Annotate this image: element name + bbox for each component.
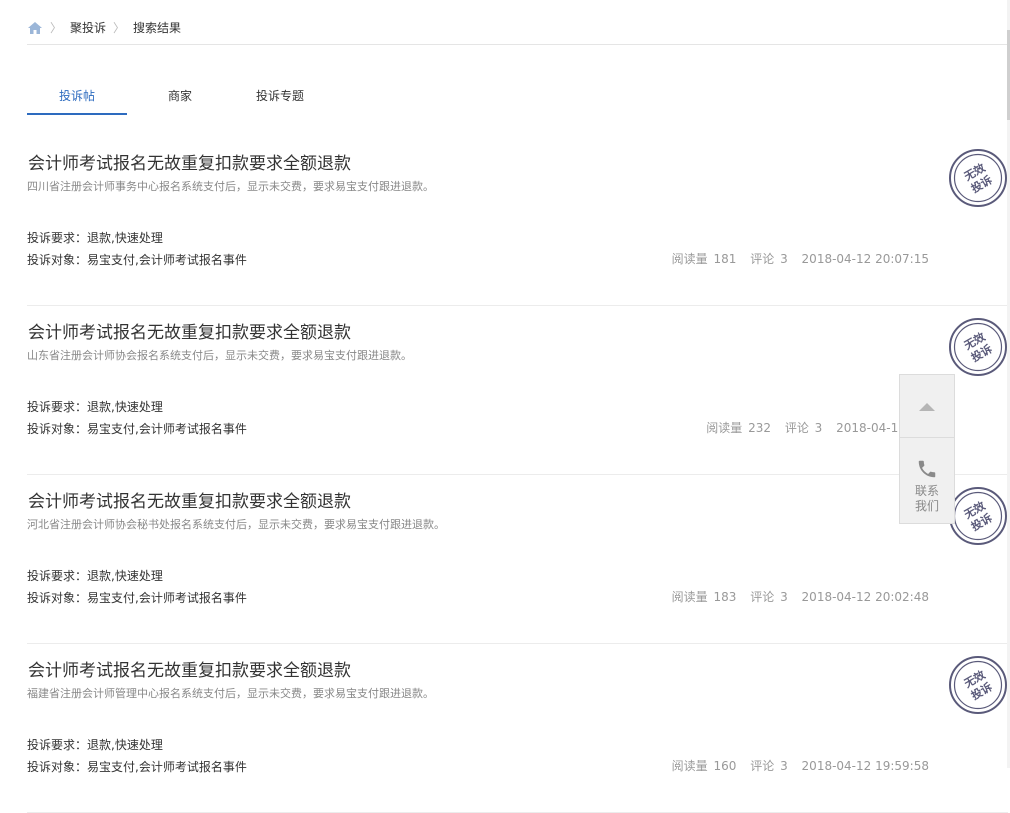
tab-merchants[interactable]: 商家 — [130, 86, 230, 113]
complaint-item: 会计师考试报名无故重复扣款要求全额退款 福建省注册会计师管理中心报名系统支付后，… — [27, 644, 1008, 813]
requirement-value: 退款,快速处理 — [87, 569, 163, 583]
breadcrumb-item-home-section[interactable]: 聚投诉 — [70, 20, 106, 36]
invalid-complaint-stamp: 无效 投诉 — [948, 317, 1008, 377]
phone-icon — [918, 460, 936, 478]
complaint-title[interactable]: 会计师考试报名无故重复扣款要求全额退款 — [28, 487, 351, 512]
complaint-item: 会计师考试报名无故重复扣款要求全额退款 四川省注册会计师事务中心报名系统支付后，… — [27, 137, 1008, 306]
breadcrumb: 〉 聚投诉 〉 搜索结果 — [27, 20, 1008, 45]
breadcrumb-separator: 〉 — [113, 21, 126, 35]
complaint-title[interactable]: 会计师考试报名无故重复扣款要求全额退款 — [28, 149, 351, 174]
complaint-description: 福建省注册会计师管理中心报名系统支付后，显示未交费，要求易宝支付跟进退款。 — [27, 687, 434, 700]
back-to-top-button[interactable] — [900, 375, 954, 438]
arrow-up-icon — [919, 403, 935, 411]
target-value: 易宝支付,会计师考试报名事件 — [87, 253, 247, 267]
floating-side-panel: 联系我们 — [899, 374, 955, 524]
contact-us-label: 联系我们 — [914, 484, 939, 513]
breadcrumb-separator: 〉 — [50, 21, 63, 35]
complaint-requirement: 投诉要求：退款,快速处理 — [27, 398, 163, 415]
complaint-title[interactable]: 会计师考试报名无故重复扣款要求全额退款 — [28, 656, 351, 681]
complaint-list: 会计师考试报名无故重复扣款要求全额退款 四川省注册会计师事务中心报名系统支付后，… — [27, 137, 1008, 813]
post-time: 2018-04-12 20:02:48 — [801, 590, 929, 604]
complaint-item: 会计师考试报名无故重复扣款要求全额退款 河北省注册会计师协会秘书处报名系统支付后… — [27, 475, 1008, 644]
read-label: 阅读量 — [671, 590, 708, 604]
requirement-label: 投诉要求： — [27, 738, 88, 752]
comment-count: 3 — [780, 590, 788, 604]
complaint-requirement: 投诉要求：退款,快速处理 — [27, 736, 163, 753]
target-label: 投诉对象： — [27, 760, 88, 774]
requirement-value: 退款,快速处理 — [87, 231, 163, 245]
read-count: 160 — [713, 759, 737, 773]
requirement-label: 投诉要求： — [27, 400, 88, 414]
tab-complaint-posts[interactable]: 投诉帖 — [27, 86, 127, 115]
target-value: 易宝支付,会计师考试报名事件 — [87, 422, 247, 436]
complaint-target: 投诉对象：易宝支付,会计师考试报名事件 — [27, 420, 247, 437]
complaint-target: 投诉对象：易宝支付,会计师考试报名事件 — [27, 251, 247, 268]
requirement-value: 退款,快速处理 — [87, 400, 163, 414]
complaint-target: 投诉对象：易宝支付,会计师考试报名事件 — [27, 589, 247, 606]
read-label: 阅读量 — [671, 252, 708, 266]
complaint-meta: 阅读量 183 评论 3 2018-04-12 20:02:48 — [672, 588, 929, 605]
complaint-title[interactable]: 会计师考试报名无故重复扣款要求全额退款 — [28, 318, 351, 343]
comment-label: 评论 — [784, 421, 809, 435]
target-label: 投诉对象： — [27, 253, 88, 267]
target-label: 投诉对象： — [27, 591, 88, 605]
target-value: 易宝支付,会计师考试报名事件 — [87, 591, 247, 605]
target-value: 易宝支付,会计师考试报名事件 — [87, 760, 247, 774]
read-label: 阅读量 — [671, 759, 708, 773]
post-time: 2018-04-12 19:59:58 — [801, 759, 929, 773]
comment-count: 3 — [780, 252, 788, 266]
invalid-complaint-stamp: 无效 投诉 — [948, 486, 1008, 546]
complaint-item: 会计师考试报名无故重复扣款要求全额退款 山东省注册会计师协会报名系统支付后，显示… — [27, 306, 1008, 475]
comment-label: 评论 — [750, 252, 775, 266]
read-count: 183 — [713, 590, 737, 604]
complaint-description: 四川省注册会计师事务中心报名系统支付后，显示未交费，要求易宝支付跟进退款。 — [27, 180, 434, 193]
complaint-meta: 阅读量 181 评论 3 2018-04-12 20:07:15 — [672, 250, 929, 267]
requirement-label: 投诉要求： — [27, 231, 88, 245]
complaint-target: 投诉对象：易宝支付,会计师考试报名事件 — [27, 758, 247, 775]
comment-count: 3 — [814, 421, 823, 435]
tab-complaint-topics[interactable]: 投诉专题 — [230, 86, 330, 113]
home-icon[interactable] — [27, 21, 43, 35]
read-count: 181 — [713, 252, 737, 266]
read-count: 232 — [748, 421, 771, 435]
complaint-meta: 阅读量 232 评论 3 2018-04-12 20: — [706, 419, 929, 436]
requirement-label: 投诉要求： — [27, 569, 88, 583]
comment-count: 3 — [780, 759, 788, 773]
target-label: 投诉对象： — [27, 422, 88, 436]
requirement-value: 退款,快速处理 — [87, 738, 163, 752]
complaint-requirement: 投诉要求：退款,快速处理 — [27, 567, 163, 584]
read-label: 阅读量 — [706, 421, 743, 435]
complaint-meta: 阅读量 160 评论 3 2018-04-12 19:59:58 — [672, 757, 929, 774]
breadcrumb-item-current: 搜索结果 — [133, 21, 182, 35]
complaint-description: 河北省注册会计师协会秘书处报名系统支付后，显示未交费，要求易宝支付跟进退款。 — [27, 518, 445, 531]
comment-label: 评论 — [750, 759, 775, 773]
post-time: 2018-04-12 20:07:15 — [801, 252, 929, 266]
complaint-requirement: 投诉要求：退款,快速处理 — [27, 229, 163, 246]
complaint-description: 山东省注册会计师协会报名系统支付后，显示未交费，要求易宝支付跟进退款。 — [27, 349, 412, 362]
contact-us-button[interactable]: 联系我们 — [900, 438, 954, 525]
comment-label: 评论 — [750, 590, 775, 604]
invalid-complaint-stamp: 无效 投诉 — [948, 148, 1008, 208]
invalid-complaint-stamp: 无效 投诉 — [948, 655, 1008, 715]
result-tabs: 投诉帖 商家 投诉专题 — [27, 86, 330, 115]
